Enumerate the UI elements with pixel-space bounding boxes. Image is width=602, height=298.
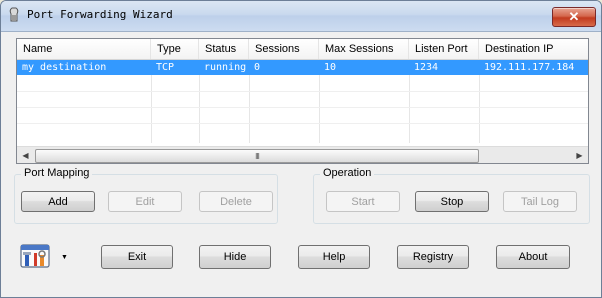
grid-divider — [319, 75, 320, 143]
exit-button[interactable]: Exit — [101, 245, 173, 269]
tail-log-button[interactable]: Tail Log — [503, 191, 577, 212]
table-row[interactable]: my destination TCP running 0 10 1234 192… — [17, 60, 588, 75]
column-header-type[interactable]: Type — [151, 39, 199, 59]
wizard-window: Port Forwarding Wizard ✕ Name Type Statu… — [0, 0, 602, 298]
grid-divider — [479, 75, 480, 143]
add-button[interactable]: Add — [21, 191, 95, 212]
port-mapping-legend: Port Mapping — [21, 167, 93, 179]
grid-row-line — [17, 107, 588, 108]
client-area: Name Type Status Sessions Max Sessions L… — [8, 32, 594, 290]
start-button[interactable]: Start — [326, 191, 400, 212]
app-icon — [9, 7, 19, 22]
port-mapping-group: Port Mapping Add Edit Delete — [14, 167, 278, 224]
chevron-down-icon[interactable]: ▼ — [61, 254, 68, 261]
column-header-listen-port[interactable]: Listen Port — [409, 39, 479, 59]
grid-divider — [249, 75, 250, 143]
list-header: Name Type Status Sessions Max Sessions L… — [17, 39, 588, 60]
grid-divider — [199, 75, 200, 143]
window-title: Port Forwarding Wizard — [27, 8, 173, 21]
cell-name: my destination — [22, 62, 107, 73]
cell-destination-ip: 192.111.177.184 — [484, 62, 575, 73]
close-button[interactable]: ✕ — [552, 7, 596, 27]
about-button[interactable]: About — [496, 245, 570, 269]
port-forward-list[interactable]: Name Type Status Sessions Max Sessions L… — [16, 38, 589, 164]
scroll-right-button[interactable]: ▶ — [571, 147, 588, 163]
cell-max-sessions: 10 — [324, 62, 337, 73]
chevron-right-icon: ▶ — [576, 151, 583, 160]
cell-sessions: 0 — [254, 62, 261, 73]
grid-divider — [151, 75, 152, 143]
delete-button[interactable]: Delete — [199, 191, 273, 212]
column-header-name[interactable]: Name — [17, 39, 151, 59]
scroll-left-button[interactable]: ◀ — [17, 147, 34, 163]
grid-row-line — [17, 123, 588, 124]
edit-button[interactable]: Edit — [108, 191, 182, 212]
cell-status: running — [204, 62, 247, 73]
column-header-destination-ip[interactable]: Destination IP — [479, 39, 588, 59]
grid-divider — [409, 75, 410, 143]
horizontal-scrollbar[interactable]: ◀ III ▶ — [17, 146, 588, 163]
stop-button[interactable]: Stop — [415, 191, 489, 212]
cell-listen-port: 1234 — [414, 62, 439, 73]
operation-group: Operation Start Stop Tail Log — [313, 167, 590, 224]
column-header-status[interactable]: Status — [199, 39, 249, 59]
tools-icon[interactable] — [20, 242, 50, 272]
title-bar[interactable]: Port Forwarding Wizard ✕ — [1, 1, 601, 32]
registry-button[interactable]: Registry — [397, 245, 469, 269]
column-header-sessions[interactable]: Sessions — [249, 39, 319, 59]
grid-row-line — [17, 91, 588, 92]
chevron-left-icon: ◀ — [22, 151, 29, 160]
close-icon: ✕ — [568, 9, 580, 24]
scrollbar-thumb[interactable]: III — [35, 149, 479, 163]
hide-button[interactable]: Hide — [199, 245, 271, 269]
operation-legend: Operation — [320, 167, 375, 179]
cell-type: TCP — [156, 62, 175, 73]
grip-icon: III — [255, 151, 260, 161]
column-header-max-sessions[interactable]: Max Sessions — [319, 39, 409, 59]
help-button[interactable]: Help — [298, 245, 370, 269]
